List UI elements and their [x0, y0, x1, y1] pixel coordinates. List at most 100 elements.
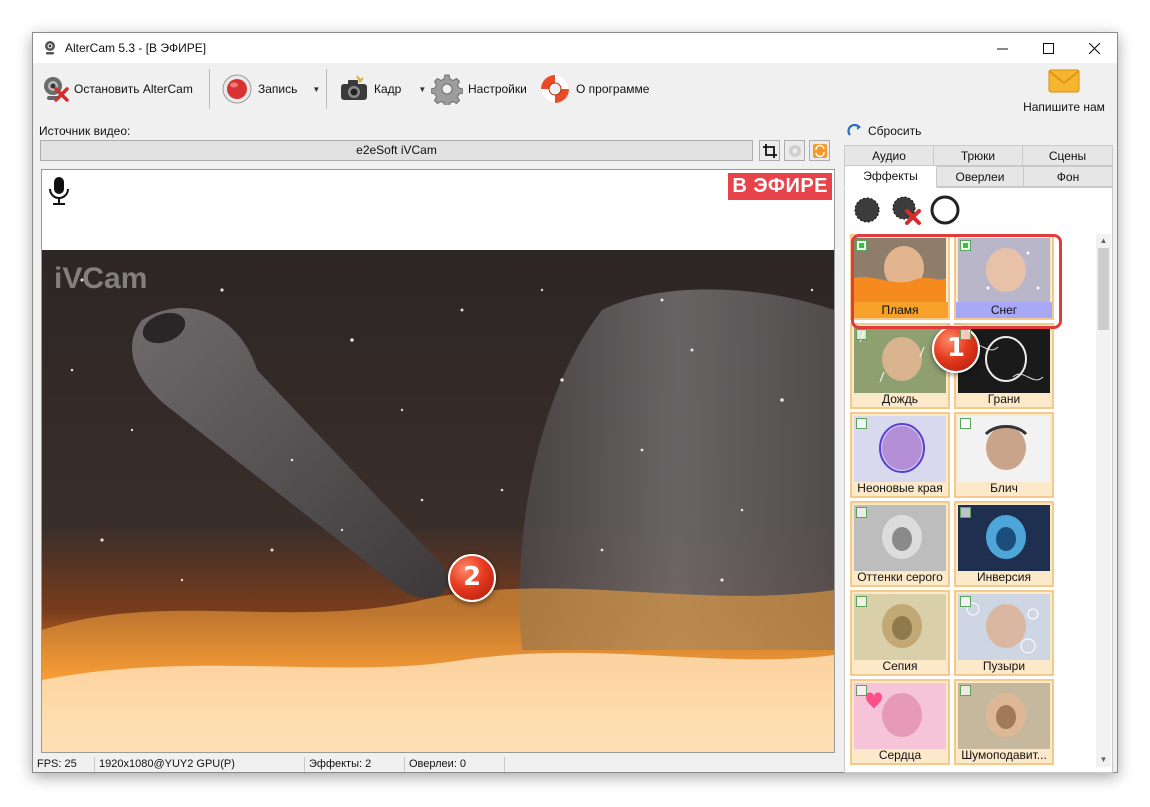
lifebuoy-icon	[541, 75, 569, 103]
minimize-icon	[996, 48, 1008, 49]
stop-altercam-button[interactable]: Остановить AlterCam	[39, 70, 193, 108]
toolbar-separator	[209, 69, 210, 109]
tab-audio[interactable]: Аудио	[844, 145, 934, 166]
on-air-badge: В ЭФИРЕ	[728, 173, 832, 200]
snow-thumbnail	[958, 238, 1050, 304]
frame-dropdown-arrow[interactable]: ▼	[418, 85, 426, 94]
scroll-down-arrow[interactable]: ▼	[1096, 753, 1111, 767]
video-source-selector[interactable]: e2eSoft iVCam	[40, 140, 753, 161]
snapshot-button[interactable]: Кадр ▼	[339, 70, 426, 108]
rain-thumbnail	[854, 327, 946, 393]
effect-checkbox[interactable]	[856, 507, 867, 518]
annotation-marker-1: 1	[932, 325, 980, 373]
effect-checkbox[interactable]	[856, 418, 867, 429]
effect-label: Сердца	[878, 748, 922, 762]
effects-tab-content: Пламя Снег Дождь Грани Неоновые края Бли…	[844, 187, 1113, 773]
crop-button[interactable]	[759, 140, 780, 161]
record-button[interactable]: Запись ▼	[221, 70, 320, 108]
gear-icon	[431, 74, 463, 105]
crop-icon	[762, 143, 777, 158]
reset-button[interactable]: Сбросить	[847, 124, 921, 138]
remove-effects-icon[interactable]	[890, 194, 922, 226]
inversion-thumbnail	[958, 505, 1050, 571]
contact-label: Напишите нам	[1023, 100, 1105, 114]
enable-all-effects-icon[interactable]	[851, 194, 883, 226]
refresh-source-button[interactable]	[809, 140, 830, 161]
sepia-thumbnail	[854, 594, 946, 660]
webcam-settings-icon	[788, 144, 801, 157]
status-overlays: Оверлеи: 0	[405, 757, 505, 772]
effect-tile[interactable]: Сепия	[850, 590, 950, 676]
effect-label: Оттенки серого	[857, 570, 943, 584]
effect-label: Дождь	[881, 392, 919, 406]
effect-label: Неоновые края	[857, 481, 943, 495]
effect-checkbox[interactable]	[856, 329, 867, 340]
status-effects: Эффекты: 2	[305, 757, 405, 772]
effects-grid: Пламя Снег Дождь Грани Неоновые края Бли…	[850, 234, 1097, 767]
record-dropdown-arrow[interactable]: ▼	[312, 85, 320, 94]
microphone-icon[interactable]	[48, 176, 70, 206]
effects-scrollbar[interactable]: ▲ ▼	[1096, 234, 1111, 767]
annotation-marker-2: 2	[448, 554, 496, 602]
title-bar: AlterCam 5.3 - [В ЭФИРЕ]	[33, 33, 1117, 63]
effect-tile[interactable]: Снег	[954, 234, 1054, 320]
effect-tile[interactable]: Сердца	[850, 679, 950, 765]
record-label: Запись	[258, 82, 298, 96]
source-settings-button[interactable]	[784, 140, 805, 161]
status-bar: FPS: 25 1920x1080@YUY2 GPU(P) Эффекты: 2…	[33, 755, 839, 774]
close-button[interactable]	[1071, 33, 1117, 63]
scroll-up-arrow[interactable]: ▲	[1096, 234, 1111, 248]
tab-scenes[interactable]: Сцены	[1022, 145, 1113, 166]
noise-reduction-thumbnail	[958, 683, 1050, 749]
reset-label: Сбросить	[868, 124, 922, 138]
effect-tile[interactable]: Пузыри	[954, 590, 1054, 676]
effect-checkbox[interactable]	[960, 329, 971, 340]
effect-tile[interactable]: Оттенки серого	[850, 501, 950, 587]
scrollbar-thumb[interactable]	[1098, 248, 1109, 330]
record-icon	[222, 74, 252, 104]
effect-checkbox[interactable]	[960, 685, 971, 696]
settings-button[interactable]: Настройки	[431, 70, 527, 108]
effect-checkbox[interactable]	[960, 418, 971, 429]
tab-tricks[interactable]: Трюки	[933, 145, 1023, 166]
app-window: AlterCam 5.3 - [В ЭФИРЕ] Остановить Alte…	[32, 32, 1118, 773]
hearts-thumbnail	[854, 683, 946, 749]
effect-checkbox[interactable]	[856, 596, 867, 607]
tab-overlays[interactable]: Оверлеи	[936, 166, 1024, 187]
video-source-label: Источник видео:	[39, 124, 131, 138]
maximize-button[interactable]	[1025, 33, 1071, 63]
effect-checkbox[interactable]	[856, 685, 867, 696]
about-label: О программе	[576, 82, 650, 96]
grayscale-thumbnail	[854, 505, 946, 571]
effect-tile[interactable]: Шумоподавит...	[954, 679, 1054, 765]
video-preview: В ЭФИРЕ 2 iVCam	[41, 169, 835, 753]
settings-label: Настройки	[468, 82, 527, 96]
effect-label: Пламя	[852, 302, 948, 318]
minimize-button[interactable]	[979, 33, 1025, 63]
effect-label: Пузыри	[982, 659, 1026, 673]
ivcam-watermark: iVCam	[54, 262, 148, 295]
effects-tools	[851, 194, 961, 226]
effect-checkbox[interactable]	[960, 240, 971, 251]
contact-us-button[interactable]: Напишите нам	[1019, 69, 1109, 115]
effects-panel: Сбросить Аудио Трюки Сцены Эффекты Оверл…	[839, 119, 1119, 774]
effect-label: Шумоподавит...	[961, 748, 1047, 762]
neon-edges-thumbnail	[854, 416, 946, 482]
effect-tile[interactable]: Инверсия	[954, 501, 1054, 587]
tab-background[interactable]: Фон	[1023, 166, 1113, 187]
tab-effects[interactable]: Эффекты	[844, 165, 937, 188]
effect-checkbox[interactable]	[960, 507, 971, 518]
effect-tile[interactable]: Неоновые края	[850, 412, 950, 498]
close-icon	[1088, 42, 1100, 54]
bubbles-thumbnail	[958, 594, 1050, 660]
about-button[interactable]: О программе	[539, 70, 649, 108]
bleach-thumbnail	[958, 416, 1050, 482]
clear-effects-icon[interactable]	[929, 194, 961, 226]
status-fps: FPS: 25	[33, 757, 95, 772]
effect-checkbox[interactable]	[960, 596, 971, 607]
envelope-icon	[1048, 69, 1080, 93]
effect-checkbox[interactable]	[856, 240, 867, 251]
webcam-icon	[45, 41, 55, 55]
effect-tile[interactable]: Пламя	[850, 234, 950, 320]
effect-tile[interactable]: Блич	[954, 412, 1054, 498]
